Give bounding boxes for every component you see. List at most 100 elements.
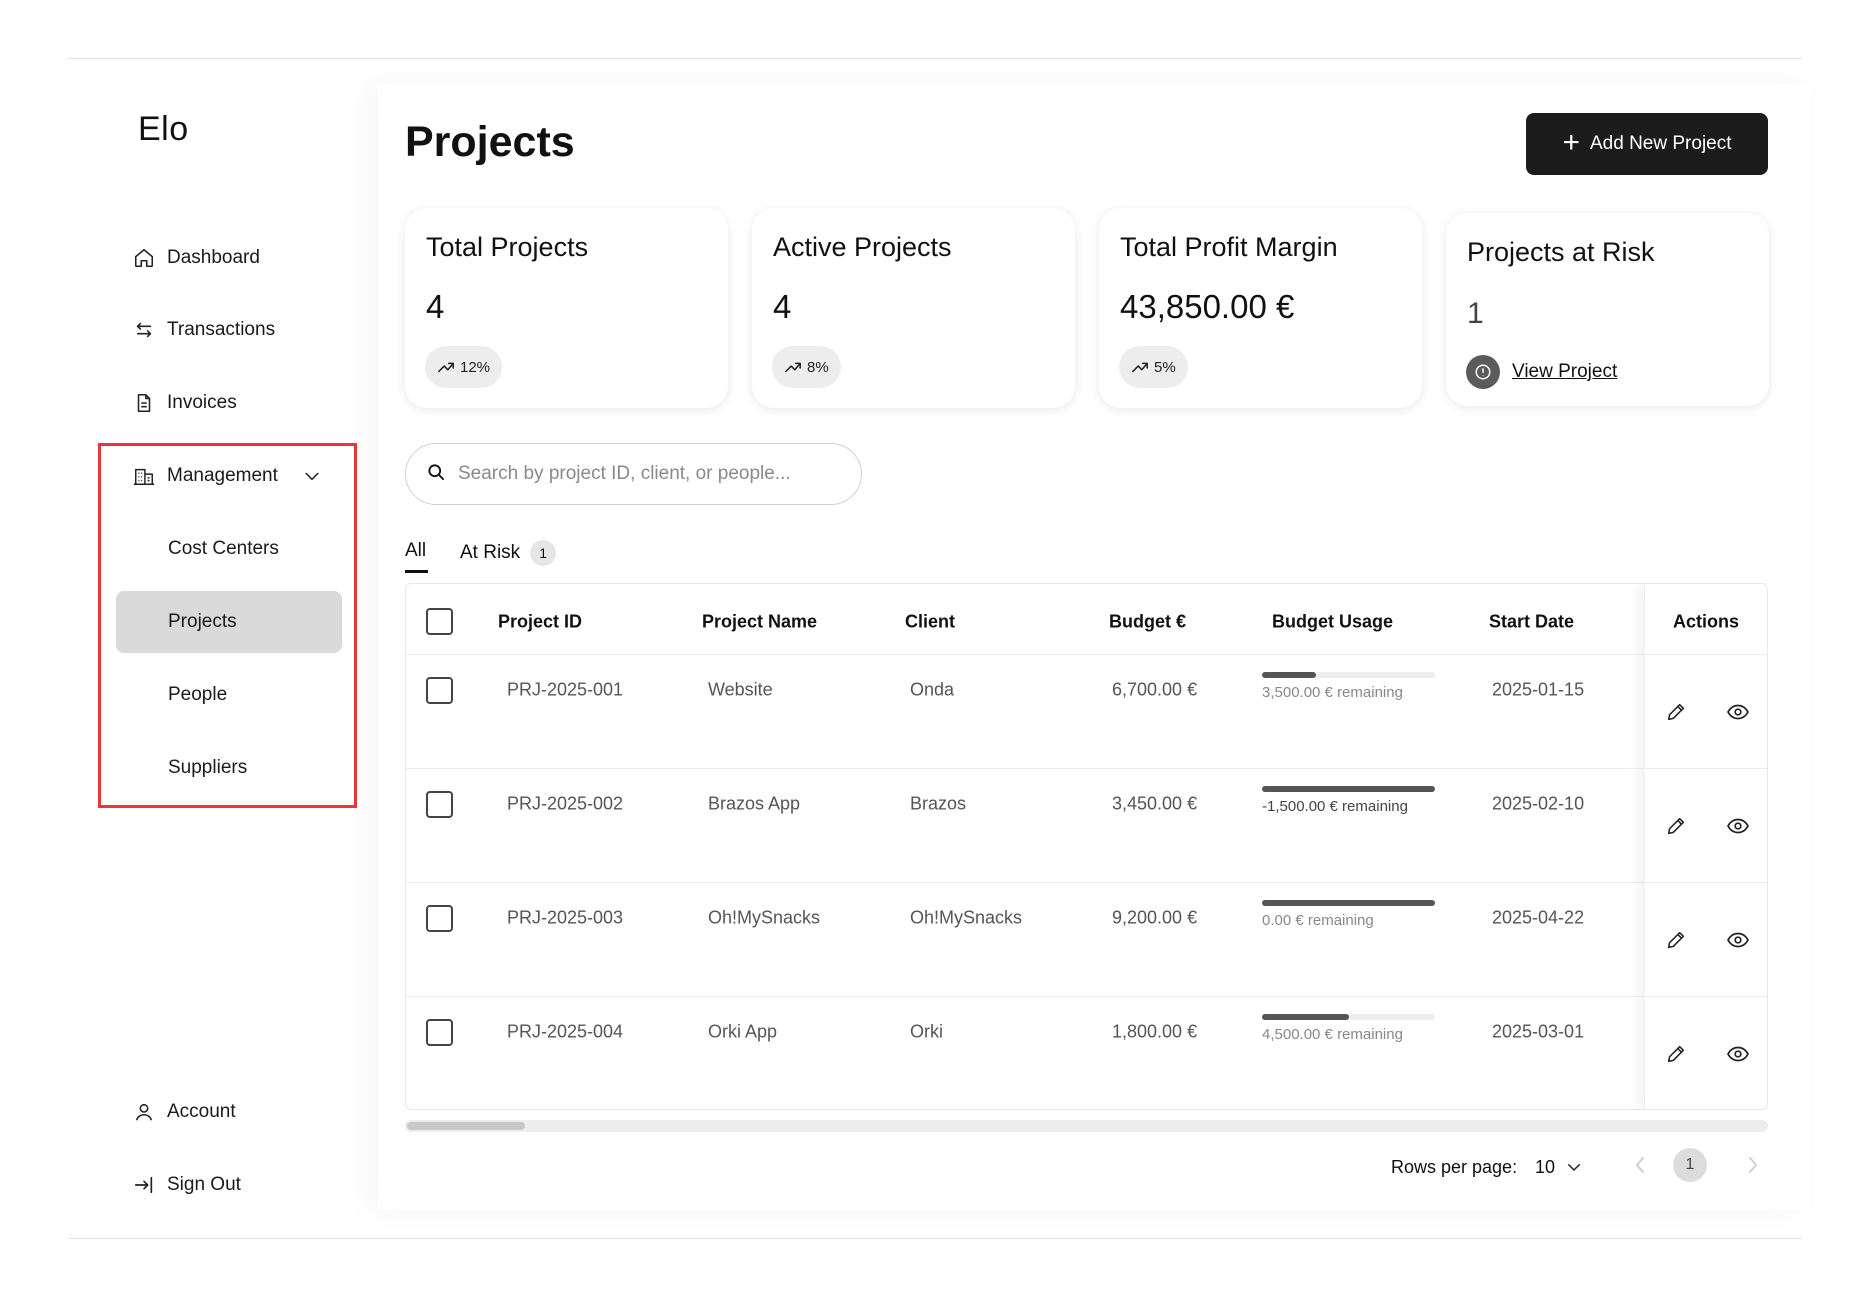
row-divider xyxy=(406,654,1767,655)
column-header-budget-usage[interactable]: Budget Usage xyxy=(1272,612,1393,633)
cell-project-name: Brazos App xyxy=(708,793,801,814)
stat-title: Total Profit Margin xyxy=(1120,232,1338,262)
row-checkbox[interactable] xyxy=(426,791,453,818)
view-icon[interactable] xyxy=(1723,811,1753,841)
column-header-project-name[interactable]: Project Name xyxy=(702,612,817,633)
add-button-label: Add New Project xyxy=(1590,133,1732,154)
usage-track xyxy=(1262,786,1435,792)
usage-track xyxy=(1262,672,1435,678)
stat-card-total-profit-margin: Total Profit Margin 43,850.00 € 5% xyxy=(1099,208,1422,408)
column-header-start-date[interactable]: Start Date xyxy=(1489,612,1574,633)
budget-usage-bar: 3,500.00 € remaining xyxy=(1262,672,1435,701)
row-divider xyxy=(406,768,1767,769)
usage-fill xyxy=(1262,672,1316,678)
page-title: Projects xyxy=(405,118,575,166)
usage-remaining: 0.00 € remaining xyxy=(1262,912,1374,929)
edit-icon[interactable] xyxy=(1661,811,1691,841)
stat-value: 4 xyxy=(773,288,792,325)
rows-per-page-select[interactable]: 10 xyxy=(1535,1148,1583,1186)
trend-value: 12% xyxy=(460,358,491,376)
stat-value: 1 xyxy=(1467,297,1484,330)
stat-card-total-projects: Total Projects 4 12% xyxy=(405,208,728,408)
stat-card-projects-at-risk: Projects at Risk 1 View Project xyxy=(1446,213,1769,406)
cell-budget: 6,700.00 € xyxy=(1112,679,1198,700)
cell-client: Oh!MySnacks xyxy=(910,907,1023,928)
edit-icon[interactable] xyxy=(1661,925,1691,955)
actions-column: Actions xyxy=(1644,584,1767,1109)
trend-badge: 8% xyxy=(772,346,841,388)
cell-budget: 9,200.00 € xyxy=(1112,907,1198,928)
trend-up-icon xyxy=(1131,360,1149,374)
active-tab-indicator xyxy=(405,570,428,573)
sidebar-item-sign-out[interactable]: Sign Out xyxy=(132,1165,241,1205)
cell-project-name: Oh!MySnacks xyxy=(708,907,821,928)
page-number-button[interactable]: 1 xyxy=(1673,1148,1707,1182)
sidebar-item-label: Account xyxy=(167,1101,236,1122)
stat-title: Projects at Risk xyxy=(1467,237,1655,267)
cell-project-id: PRJ-2025-004 xyxy=(507,1021,624,1042)
sidebar-item-account[interactable]: Account xyxy=(132,1092,236,1132)
usage-remaining: 4,500.00 € remaining xyxy=(1262,1026,1403,1043)
edit-icon[interactable] xyxy=(1661,1039,1691,1069)
app-logo: Elo xyxy=(138,110,189,148)
tab-at-risk[interactable]: At Risk 1 xyxy=(460,540,557,566)
row-checkbox[interactable] xyxy=(426,677,453,704)
usage-remaining: -1,500.00 € remaining xyxy=(1262,798,1408,815)
document-icon xyxy=(132,391,156,415)
column-header-project-id[interactable]: Project ID xyxy=(498,612,582,633)
search-input[interactable] xyxy=(458,463,838,485)
usage-remaining: 3,500.00 € remaining xyxy=(1262,684,1403,701)
rows-per-page-label: Rows per page: xyxy=(1391,1156,1518,1177)
search-box[interactable] xyxy=(405,443,862,505)
cell-project-name: Orki App xyxy=(708,1021,778,1042)
rows-per-page: Rows per page: xyxy=(1391,1148,1517,1186)
sign-out-icon xyxy=(132,1173,156,1197)
view-project-link[interactable]: View Project xyxy=(1466,355,1617,389)
sidebar-item-label: Sign Out xyxy=(167,1174,241,1195)
budget-usage-bar: 4,500.00 € remaining xyxy=(1262,1014,1435,1043)
home-icon xyxy=(132,246,156,270)
sidebar-item-invoices[interactable]: Invoices xyxy=(132,383,237,423)
previous-page-icon[interactable] xyxy=(1627,1152,1653,1178)
row-checkbox[interactable] xyxy=(426,905,453,932)
usage-track xyxy=(1262,900,1435,906)
next-page-icon[interactable] xyxy=(1740,1152,1766,1178)
stat-title: Active Projects xyxy=(773,232,952,262)
edit-icon[interactable] xyxy=(1661,697,1691,727)
cell-project-id: PRJ-2025-002 xyxy=(507,793,624,814)
view-icon[interactable] xyxy=(1723,925,1753,955)
search-icon xyxy=(426,462,446,487)
cell-project-id: PRJ-2025-003 xyxy=(507,907,624,928)
sidebar-item-dashboard[interactable]: Dashboard xyxy=(132,238,260,278)
cell-start-date: 2025-02-10 xyxy=(1492,793,1585,814)
column-header-client[interactable]: Client xyxy=(905,612,955,633)
row-checkbox[interactable] xyxy=(426,1019,453,1046)
row-divider xyxy=(1645,882,1767,883)
trend-up-icon xyxy=(437,360,455,374)
view-icon[interactable] xyxy=(1723,1039,1753,1069)
cell-client: Brazos xyxy=(910,793,967,814)
view-icon[interactable] xyxy=(1723,697,1753,727)
arrows-swap-icon xyxy=(132,318,156,342)
scrollbar-thumb[interactable] xyxy=(407,1122,525,1130)
select-all-checkbox[interactable] xyxy=(426,608,453,635)
user-icon xyxy=(132,1100,156,1124)
plus-icon: + xyxy=(1562,125,1580,159)
usage-track xyxy=(1262,1014,1435,1020)
sidebar-item-transactions[interactable]: Transactions xyxy=(132,310,275,350)
usage-fill xyxy=(1262,1014,1349,1020)
row-divider xyxy=(1645,768,1767,769)
tab-all[interactable]: All xyxy=(405,540,426,562)
stat-card-active-projects: Active Projects 4 8% xyxy=(752,208,1075,408)
trend-badge: 5% xyxy=(1119,346,1188,388)
projects-table: Project ID Project Name Client Budget € … xyxy=(405,583,1768,1110)
horizontal-scrollbar[interactable] xyxy=(405,1120,1768,1132)
cell-start-date: 2025-01-15 xyxy=(1492,679,1585,700)
alert-icon xyxy=(1466,355,1500,389)
sidebar-item-label: Invoices xyxy=(167,392,237,413)
budget-usage-bar: -1,500.00 € remaining xyxy=(1262,786,1435,815)
cell-client: Onda xyxy=(910,679,955,700)
cell-start-date: 2025-04-22 xyxy=(1492,907,1585,928)
column-header-budget[interactable]: Budget € xyxy=(1109,612,1186,633)
add-new-project-button[interactable]: + Add New Project xyxy=(1526,113,1768,175)
